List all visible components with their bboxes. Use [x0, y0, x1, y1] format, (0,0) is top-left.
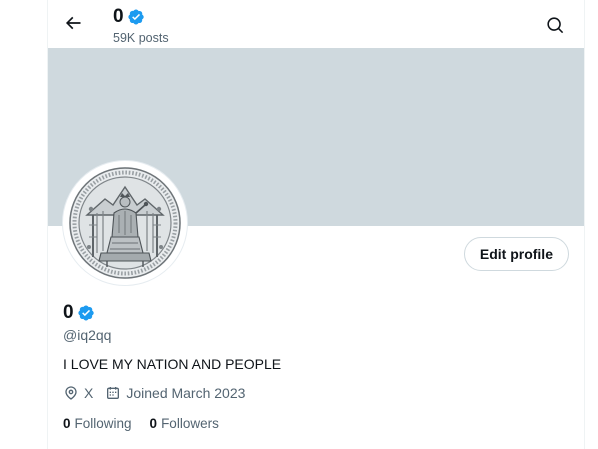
avatar[interactable]	[62, 160, 188, 286]
back-button[interactable]	[56, 6, 90, 40]
profile-meta: X Joined March 2023	[63, 385, 257, 401]
followers-label: Followers	[161, 416, 219, 431]
profile-bio: I LOVE MY NATION AND PEOPLE	[63, 356, 282, 372]
location-pin-icon	[65, 386, 77, 400]
following-count: 0	[63, 416, 71, 431]
edit-profile-button[interactable]: Edit profile	[463, 237, 569, 271]
followers-link[interactable]: 0 Followers	[150, 416, 219, 431]
location-text: X	[84, 385, 94, 401]
following-label: Following	[74, 416, 132, 431]
location-item: X	[63, 385, 93, 401]
header-title: 0	[113, 6, 145, 28]
joined-item: Joined March 2023	[105, 385, 245, 401]
verified-badge-icon[interactable]	[77, 304, 95, 322]
calendar-icon	[107, 387, 120, 399]
verified-badge-icon	[127, 9, 144, 25]
posts-count: 59K posts	[113, 31, 169, 45]
following-link[interactable]: 0 Following	[63, 416, 132, 431]
profile-name: 0	[63, 302, 74, 323]
top-bar: 0 59K posts	[48, 0, 584, 48]
search-icon	[546, 16, 563, 33]
search-button[interactable]	[538, 8, 572, 42]
profile-handle: @iq2qq	[63, 327, 112, 343]
joined-text: Joined March 2023	[126, 385, 246, 401]
profile-name-row: 0	[63, 302, 95, 324]
header-name: 0	[113, 6, 124, 27]
followers-count: 0	[149, 416, 158, 431]
arrow-left-icon	[65, 16, 81, 30]
follow-stats: 0 Following 0 Followers	[63, 416, 237, 431]
profile-column: 0 59K posts Edit profile 0 @iq2qq I LOVE…	[47, 0, 585, 449]
seal-image	[69, 167, 181, 279]
